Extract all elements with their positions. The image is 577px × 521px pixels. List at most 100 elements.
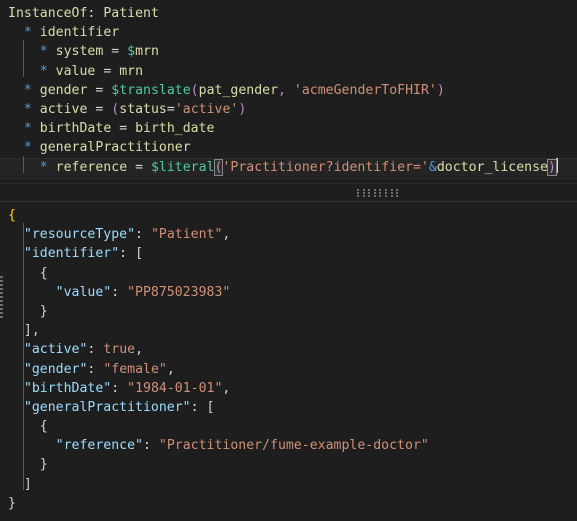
code-line[interactable]: } — [0, 494, 577, 513]
code-token: "Practitioner/fume-example-doctor" — [158, 438, 429, 454]
code-token: } — [8, 495, 16, 511]
json-output-content[interactable]: { "resourceType": "Patient", "identifier… — [0, 202, 577, 513]
code-token: } — [39, 303, 48, 319]
code-line-text: * value = mrn — [8, 64, 143, 79]
code-token: mrn — [119, 63, 144, 79]
code-line-text: ], — [8, 323, 40, 338]
code-line[interactable]: { — [0, 264, 577, 283]
horizontal-splitter[interactable] — [0, 183, 577, 202]
code-line[interactable]: * system = $mrn — [0, 42, 577, 61]
code-line-text: "active": true, — [8, 342, 143, 357]
json-output-panel[interactable]: { "resourceType": "Patient", "identifier… — [0, 202, 577, 521]
code-line-text: } — [8, 457, 48, 472]
mapping-editor-panel[interactable]: InstanceOf: Patient * identifier * syste… — [0, 0, 577, 183]
text-caret — [555, 157, 558, 173]
code-token: { — [39, 265, 48, 281]
code-line-text: * gender = $translate(pat_gender, 'acmeG… — [8, 83, 445, 98]
code-line[interactable]: "active": true, — [0, 340, 577, 359]
code-line[interactable]: ] — [0, 475, 577, 494]
code-token: = — [127, 159, 151, 175]
mapping-editor-content[interactable]: InstanceOf: Patient * identifier * syste… — [0, 0, 577, 179]
code-token: , — [278, 82, 294, 98]
code-line[interactable]: "identifier": [ — [0, 244, 577, 263]
code-line-text: "value": "PP875023983" — [8, 284, 231, 300]
code-line-text: "generalPractitioner": [ — [8, 399, 215, 415]
code-token: $literal — [150, 159, 215, 175]
code-token: * — [39, 63, 48, 79]
code-token: : — [111, 284, 128, 300]
code-token: true — [103, 342, 136, 358]
code-token: , — [31, 323, 40, 339]
code-line[interactable]: * identifier — [0, 23, 577, 42]
code-token: birth_date — [135, 121, 215, 137]
code-token: active — [39, 101, 88, 117]
code-line-text: { — [8, 208, 16, 223]
code-token: value — [55, 63, 96, 79]
code-token: = — [166, 101, 175, 117]
code-token: [ — [206, 399, 215, 415]
code-line[interactable]: "reference": "Practitioner/fume-example-… — [0, 436, 577, 455]
code-token: birthDate — [39, 121, 112, 137]
code-token: : — [111, 380, 128, 396]
code-line-text: "resourceType": "Patient", — [8, 227, 230, 242]
code-line-text: ] — [8, 477, 32, 492]
code-token: ] — [23, 476, 32, 492]
code-token: = — [103, 44, 128, 60]
code-line[interactable]: { — [0, 206, 577, 225]
code-line[interactable]: * gender = $translate(pat_gender, 'acmeG… — [0, 81, 577, 100]
code-token: , — [135, 342, 144, 358]
code-token: "active" — [23, 342, 88, 358]
code-line[interactable]: "generalPractitioner": [ — [0, 398, 577, 417]
code-line[interactable]: * generalPractitioner — [0, 138, 577, 157]
resize-grip-dots-icon[interactable] — [357, 189, 409, 197]
code-token: 'acmeGenderToFHIR' — [293, 82, 437, 98]
code-line-text: * identifier — [8, 25, 119, 40]
code-line[interactable]: { — [0, 417, 577, 436]
code-line-text: * active = (status='active') — [8, 102, 246, 117]
code-line[interactable]: "value": "PP875023983" — [0, 283, 577, 302]
code-line[interactable]: * birthDate = birth_date — [0, 119, 577, 138]
code-token: : — [142, 438, 159, 454]
code-line[interactable]: InstanceOf: Patient — [0, 4, 577, 23]
code-line[interactable]: } — [0, 302, 577, 321]
code-token: Patient — [103, 6, 159, 21]
code-line-text: "identifier": [ — [8, 246, 143, 261]
code-token: 'Practitioner?identifier=' — [222, 159, 429, 175]
code-token: & — [428, 159, 437, 175]
code-token: { — [8, 208, 16, 223]
code-line-text: "birthDate": "1984-01-01", — [8, 381, 230, 396]
code-line[interactable]: "gender": "female", — [0, 360, 577, 379]
code-line[interactable]: * value = mrn — [0, 62, 577, 81]
vertical-resize-handle-icon[interactable] — [0, 276, 4, 320]
code-token: { — [39, 419, 48, 435]
code-line[interactable]: ], — [0, 321, 577, 340]
bracket-match-token: ) — [547, 158, 557, 176]
code-line-text: { — [8, 419, 48, 434]
code-line[interactable]: } — [0, 455, 577, 474]
code-token: "PP875023983" — [127, 284, 231, 300]
code-line-active[interactable]: * reference = $literal('Practitioner?ide… — [0, 157, 577, 179]
code-token: * — [23, 121, 32, 137]
code-token: "generalPractitioner" — [23, 399, 191, 415]
code-line[interactable]: * active = (status='active') — [0, 100, 577, 119]
code-token: "Patient" — [150, 227, 223, 243]
code-token: status — [119, 101, 167, 117]
code-line[interactable]: "birthDate": "1984-01-01", — [0, 379, 577, 398]
code-line[interactable]: "resourceType": "Patient", — [0, 225, 577, 244]
code-token: gender — [39, 82, 88, 98]
